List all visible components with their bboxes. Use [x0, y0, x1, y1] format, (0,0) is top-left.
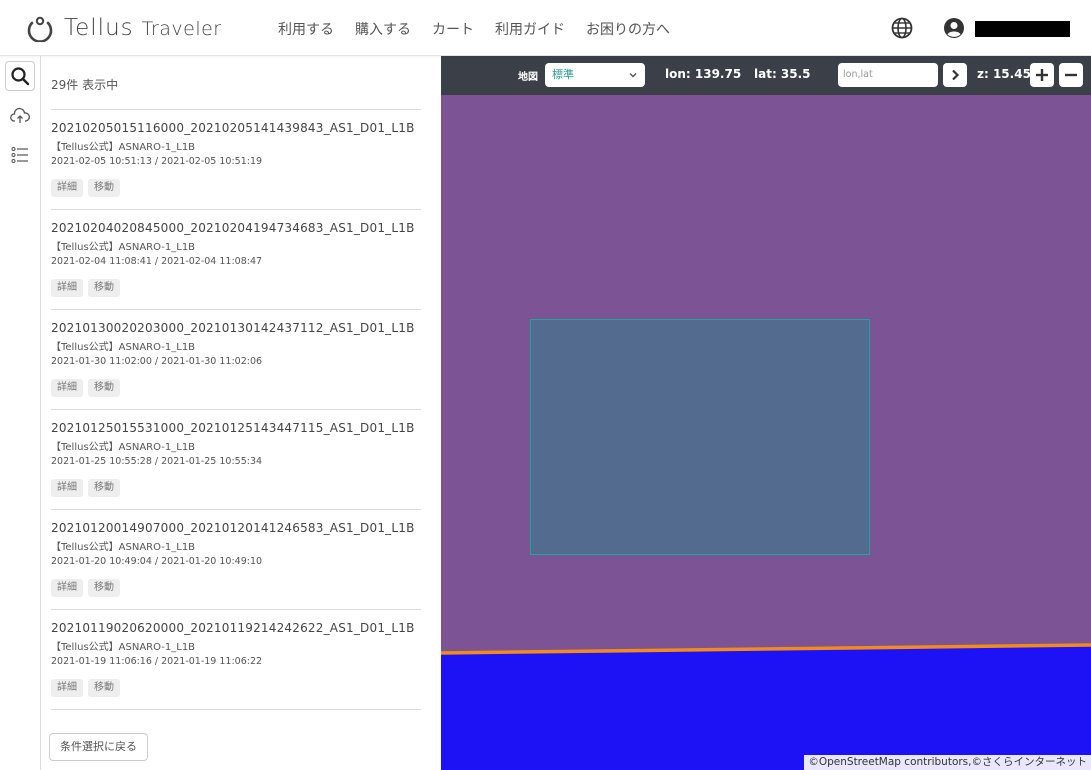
item-source: 【Tellus公式】ASNARO-1_L1B — [51, 542, 196, 553]
item-source: 【Tellus公式】ASNARO-1_L1B — [51, 242, 196, 253]
zoom-out-button[interactable] — [1059, 63, 1083, 87]
move-button[interactable]: 移動 — [88, 179, 120, 197]
plus-icon — [1036, 69, 1048, 81]
lon-readout: lon: 139.75 — [665, 67, 742, 81]
minus-icon — [1065, 73, 1077, 77]
result-list: 20210205015116000_20210205141439843_AS1_… — [51, 109, 421, 710]
item-actions: 詳細 移動 — [51, 579, 421, 597]
list-item: 20210120014907000_20210120141246583_AS1_… — [51, 509, 421, 609]
item-title: 20210205015116000_20210205141439843_AS1_… — [51, 121, 415, 135]
chevron-right-icon — [952, 69, 960, 81]
result-count: 29件 表示中 — [51, 78, 119, 92]
list-item: 20210119020620000_20210119214242622_AS1_… — [51, 609, 421, 709]
detail-button[interactable]: 詳細 — [51, 279, 83, 297]
scene-footprint[interactable] — [530, 319, 870, 555]
lat-readout: lat: 35.5 — [754, 67, 811, 81]
item-title: 20210125015531000_20210125143447115_AS1_… — [51, 421, 415, 435]
list-divider — [51, 709, 421, 710]
coord-input-placeholder: lon,lat — [843, 69, 873, 80]
coord-input[interactable]: lon,lat — [838, 63, 938, 87]
item-actions: 詳細 移動 — [51, 179, 421, 197]
item-title: 20210120014907000_20210120141246583_AS1_… — [51, 521, 415, 535]
username-redacted[interactable] — [975, 21, 1070, 37]
user-icon[interactable] — [943, 17, 965, 39]
tellus-logo-icon — [27, 16, 53, 42]
move-button[interactable]: 移動 — [88, 279, 120, 297]
item-actions: 詳細 移動 — [51, 679, 421, 697]
main-nav: 利用する 購入する カート 利用ガイド お困りの方へ — [278, 19, 670, 39]
brand-name: Tellus Traveler — [64, 15, 222, 41]
item-title: 20210204020845000_20210204194734683_AS1_… — [51, 221, 415, 235]
map-layer-select[interactable]: 標準 — [545, 63, 645, 87]
map-toolbar: 地図 標準 lon: 139.75 lat: 35.5 lon,lat z: 1… — [441, 56, 1091, 95]
item-title: 20210119020620000_20210119214242622_AS1_… — [51, 621, 415, 635]
nav-purchase[interactable]: 購入する — [355, 19, 411, 39]
item-title: 20210130020203000_20210130142437112_AS1_… — [51, 321, 415, 335]
nav-use[interactable]: 利用する — [278, 19, 334, 39]
nav-guide[interactable]: 利用ガイド — [495, 19, 565, 39]
item-source: 【Tellus公式】ASNARO-1_L1B — [51, 642, 196, 653]
nav-cart[interactable]: カート — [432, 19, 474, 39]
move-button[interactable]: 移動 — [88, 479, 120, 497]
coord-go-button[interactable] — [943, 63, 967, 87]
item-actions: 詳細 移動 — [51, 479, 421, 497]
detail-button[interactable]: 詳細 — [51, 379, 83, 397]
cloud-upload-icon — [10, 107, 30, 123]
search-icon — [11, 67, 30, 86]
detail-button[interactable]: 詳細 — [51, 479, 83, 497]
detail-button[interactable]: 詳細 — [51, 679, 83, 697]
zoom-in-button[interactable] — [1030, 63, 1054, 87]
item-actions: 詳細 移動 — [51, 379, 421, 397]
detail-button[interactable]: 詳細 — [51, 579, 83, 597]
list-item: 20210205015116000_20210205141439843_AS1_… — [51, 109, 421, 209]
map-layer-label: 地図 — [518, 72, 538, 83]
item-dates: 2021-02-05 10:51:13 / 2021-02-05 10:51:1… — [51, 156, 263, 167]
back-to-conditions-button[interactable]: 条件選択に戻る — [49, 733, 148, 761]
item-dates: 2021-01-20 10:49:04 / 2021-01-20 10:49:1… — [51, 556, 263, 567]
move-button[interactable]: 移動 — [88, 679, 120, 697]
detail-button[interactable]: 詳細 — [51, 179, 83, 197]
side-rail — [0, 56, 41, 770]
chevron-down-icon — [629, 73, 637, 78]
rail-list-button[interactable] — [5, 140, 35, 170]
item-dates: 2021-01-19 11:06:16 / 2021-01-19 11:06:2… — [51, 656, 263, 667]
item-source: 【Tellus公式】ASNARO-1_L1B — [51, 342, 196, 353]
nav-help[interactable]: お困りの方へ — [586, 19, 670, 39]
item-source: 【Tellus公式】ASNARO-1_L1B — [51, 142, 196, 153]
zoom-readout: z: 15.45 — [977, 67, 1031, 81]
logo[interactable]: Tellus Traveler — [26, 10, 222, 46]
item-dates: 2021-02-04 11:08:41 / 2021-02-04 11:08:4… — [51, 256, 263, 267]
item-source: 【Tellus公式】ASNARO-1_L1B — [51, 442, 196, 453]
list-item: 20210204020845000_20210204194734683_AS1_… — [51, 209, 421, 309]
map-layer-value: 標準 — [552, 68, 574, 81]
rail-search-button[interactable] — [5, 61, 35, 91]
rail-upload-button[interactable] — [5, 101, 35, 131]
result-panel: 29件 表示中 20210205015116000_20210205141439… — [41, 56, 441, 770]
list-item: 20210125015531000_20210125143447115_AS1_… — [51, 409, 421, 509]
item-dates: 2021-01-25 10:55:28 / 2021-01-25 10:55:3… — [51, 456, 263, 467]
list-icon — [11, 147, 28, 163]
item-dates: 2021-01-30 11:02:00 / 2021-01-30 11:02:0… — [51, 356, 263, 367]
list-item: 20210130020203000_20210130142437112_AS1_… — [51, 309, 421, 409]
move-button[interactable]: 移動 — [88, 379, 120, 397]
app-header: Tellus Traveler 利用する 購入する カート 利用ガイド お困りの方… — [0, 0, 1091, 56]
map-attribution: ©OpenStreetMap contributors,©さくらインターネット — [804, 755, 1091, 770]
map-view[interactable]: 地図 標準 lon: 139.75 lat: 35.5 lon,lat z: 1… — [441, 56, 1091, 770]
globe-icon[interactable] — [891, 17, 913, 39]
move-button[interactable]: 移動 — [88, 579, 120, 597]
brand-main: Tellus — [64, 15, 134, 41]
item-actions: 詳細 移動 — [51, 279, 421, 297]
brand-sub: Traveler — [141, 18, 222, 40]
